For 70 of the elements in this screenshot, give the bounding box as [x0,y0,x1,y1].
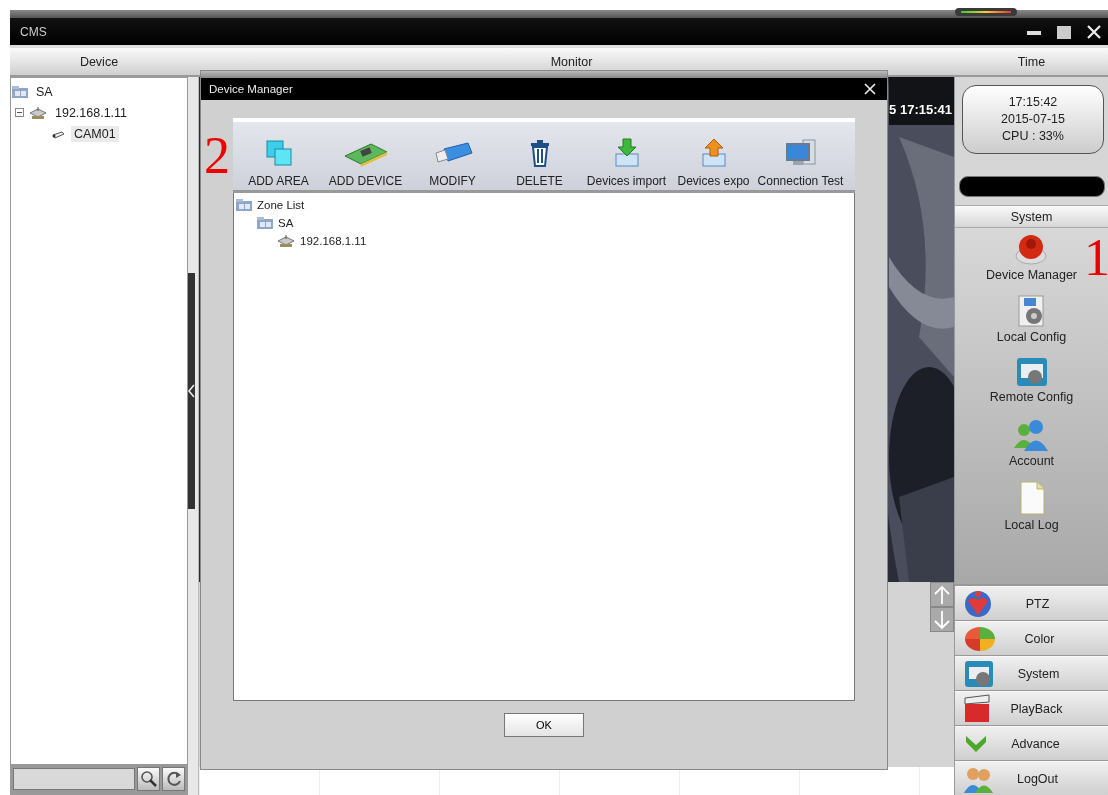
system-menu-item[interactable]: Local Log [1004,480,1059,543]
search-button[interactable] [137,767,160,791]
tray-down-arrow-icon [612,138,641,168]
tree-item[interactable]: 192.168.1.11 [300,235,367,247]
nav-button[interactable]: PlayBack [955,691,1108,725]
computer-icon [784,138,817,168]
nav-button[interactable]: Advance [955,726,1108,760]
toolbar-button[interactable]: ADD AREA [235,122,322,190]
toolbar-button[interactable]: Connection Test [757,122,844,190]
camera-icon [51,128,67,139]
tree-item[interactable]: Zone List [257,199,305,211]
nav-button[interactable]: Color [955,621,1108,655]
document-icon [1017,480,1046,517]
splitter-handle[interactable] [188,273,195,509]
toolbar-button[interactable]: MODIFY [409,122,496,190]
up-arrow-icon [933,584,951,605]
scroll-up-button[interactable] [930,582,954,607]
column-header: Monitor [549,54,594,69]
toolbar-button[interactable]: ADD DEVICE [322,122,409,190]
folder-icon [235,198,253,212]
system-menu-item[interactable]: Account [1008,418,1055,481]
people-icon [1013,418,1050,453]
annotation-number: 1 [1084,232,1108,284]
pie-icon [963,624,997,653]
folder-icon [256,216,274,230]
close-icon[interactable] [1086,23,1102,40]
nav-button[interactable]: System [955,656,1108,690]
network-device-icon [28,105,48,120]
down-arrow-icon [933,609,951,630]
nav-button[interactable]: PTZ [955,586,1108,620]
folder-icon [11,84,29,99]
search-field[interactable] [13,768,135,790]
system-menu-item[interactable]: Remote Config [989,356,1074,419]
column-header: Time [1016,54,1047,69]
maximize-icon[interactable] [1056,23,1072,40]
balloon-icon [963,588,993,619]
squares-icon [263,138,294,168]
settings-picture-icon [1014,356,1049,389]
tray-up-arrow-icon [699,138,728,168]
tree-item[interactable]: SA [278,217,294,229]
panel-header: System [955,204,1108,229]
search-icon [139,770,158,788]
refresh-button[interactable] [162,767,185,791]
video-timestamp: 5 17:15:41 [889,102,952,117]
scroll-down-button[interactable] [930,607,954,632]
system-menu-item[interactable]: Local Config [996,294,1067,357]
clapperboard-icon [963,693,991,724]
column-header: Device [78,54,120,69]
toolbar-button[interactable]: Devices import [583,122,670,190]
tree-item[interactable]: SA [33,83,56,100]
level-meter [955,8,1017,16]
clock-time: 17:15:42 [1008,95,1058,110]
window-title: CMS [20,24,47,39]
cpu-usage: CPU : 33% [1002,129,1064,144]
annotation-number: 2 [204,130,230,182]
clock-date: 2015-07-15 [1001,112,1065,127]
toolbar-button[interactable]: Devices expo [670,122,757,190]
toolbar-button[interactable]: DELETE [496,122,583,190]
dialog-title: Device Manager [209,83,293,95]
alarm-button-icon [1014,232,1049,267]
settings-picture-icon [963,658,995,689]
close-icon[interactable] [863,82,877,96]
network-device-icon [276,234,296,248]
system-menu-item[interactable]: Device Manager [986,232,1077,295]
tree-item[interactable]: 192.168.1.11 [52,104,131,121]
collapse-icon[interactable] [15,108,24,117]
refresh-icon [164,770,183,788]
ok-button[interactable]: OK [504,713,584,737]
tree-item[interactable]: CAM01 [71,125,119,142]
nav-button[interactable]: LogOut [955,761,1108,795]
